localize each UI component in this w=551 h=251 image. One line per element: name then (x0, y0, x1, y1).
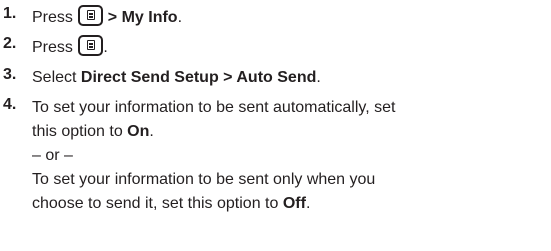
step-number: 4. (3, 96, 17, 113)
step-number: 1. (3, 5, 17, 22)
step-number: 2. (3, 35, 17, 52)
step-text: To set your information to be sent autom… (32, 96, 545, 216)
step-text: Press > My Info. (32, 5, 545, 29)
menu-path: > My Info (103, 9, 178, 26)
menu-key-icon (78, 5, 104, 26)
option-value-off: Off (282, 195, 306, 212)
step-number: 3. (3, 66, 17, 83)
menu-path: Direct Send Setup > Auto Send (80, 69, 317, 86)
menu-key-icon (78, 35, 104, 56)
step-text: Press . (32, 35, 545, 59)
instruction-list: 1. Press > My Info. 2. Press . 3. Select… (0, 0, 551, 251)
step-text: Select Direct Send Setup > Auto Send. (32, 69, 321, 86)
or-separator: – or – (32, 147, 73, 164)
option-value-on: On (127, 123, 150, 140)
